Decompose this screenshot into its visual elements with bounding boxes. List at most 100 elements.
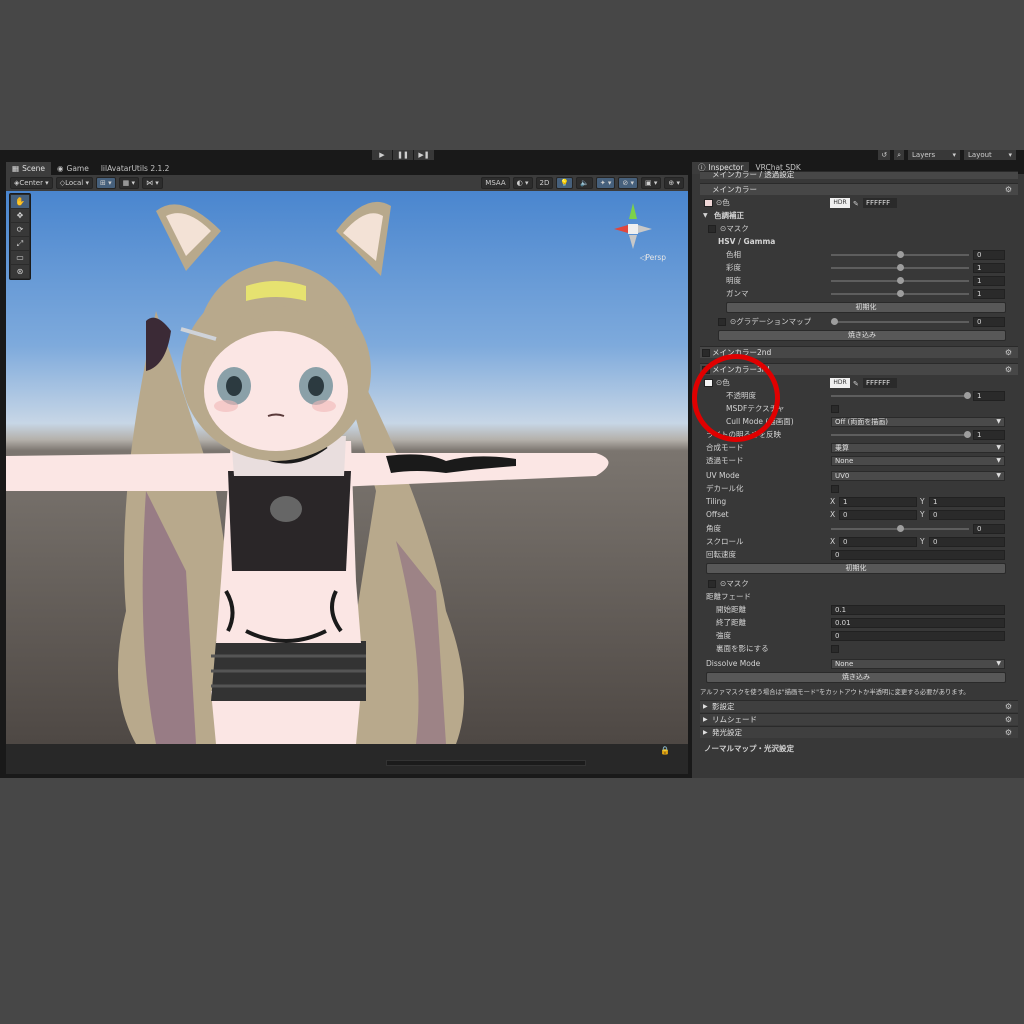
rotate-field[interactable]: 0 xyxy=(831,550,1005,560)
avatar-model[interactable] xyxy=(6,191,688,744)
hex-field[interactable]: FFFFFF xyxy=(863,378,897,388)
texture-thumbnail[interactable] xyxy=(704,199,713,207)
tab-scene[interactable]: ▦ Scene xyxy=(6,162,51,175)
2d-toggle[interactable]: 2D xyxy=(535,177,554,189)
offset-y-field[interactable]: 0 xyxy=(929,510,1005,520)
uv-mode-dropdown[interactable]: UV0 ▼ xyxy=(831,471,1005,481)
fade-start-field[interactable]: 0.1 xyxy=(831,605,1005,615)
slider-handle[interactable] xyxy=(897,277,904,284)
grid-icon[interactable]: ▦ ▾ xyxy=(118,177,139,189)
snap-icon[interactable]: ⊞ ▾ xyxy=(96,177,116,189)
slider-handle[interactable] xyxy=(831,318,838,325)
saturation-field[interactable]: 1 xyxy=(973,263,1005,273)
draw-mode-icon[interactable]: ◐ ▾ xyxy=(512,177,533,189)
light-field[interactable]: 1 xyxy=(973,430,1005,440)
increment-snap-icon[interactable]: ⋈ ▾ xyxy=(141,177,163,189)
hex-field[interactable]: FFFFFF xyxy=(863,198,897,208)
angle-slider[interactable] xyxy=(831,525,969,532)
gear-icon[interactable]: ⚙ xyxy=(1005,364,1012,376)
tiling-y-field[interactable]: 1 xyxy=(929,497,1005,507)
transform-tool-icon[interactable]: ⊛ xyxy=(11,265,29,278)
orientation-gizmo[interactable] xyxy=(608,199,658,259)
pivot-dropdown[interactable]: ◈Center ▾ xyxy=(10,177,53,189)
tiling-x-field[interactable]: 1 xyxy=(839,497,917,507)
bake-button[interactable]: 焼き込み xyxy=(718,330,1006,341)
section-shadow[interactable]: ▶ 影設定 ⚙ xyxy=(700,700,1018,712)
hue-slider[interactable] xyxy=(831,251,969,258)
normal-gloss-header[interactable]: ノーマルマップ・光沢設定 xyxy=(700,743,1018,755)
scroll-y-field[interactable]: 0 xyxy=(929,537,1005,547)
mask-thumbnail[interactable] xyxy=(708,225,716,233)
section-emission[interactable]: ▶ 発光設定 ⚙ xyxy=(700,726,1018,738)
blend-mode-dropdown[interactable]: 乗算 ▼ xyxy=(831,443,1005,453)
section-rim-shade[interactable]: ▶ リムシェード ⚙ xyxy=(700,713,1018,725)
tab-game[interactable]: ◉ Game xyxy=(51,162,95,175)
decal-checkbox[interactable] xyxy=(831,485,839,493)
scene-viewport[interactable]: ✋ ✥ ⟳ ⤢ ▭ ⊛ ◁Persp xyxy=(6,191,688,744)
dissolve-dropdown[interactable]: None ▼ xyxy=(831,659,1005,669)
msaa-button[interactable]: MSAA xyxy=(481,177,510,189)
space-dropdown[interactable]: ◇Local ▾ xyxy=(55,177,93,189)
search-icon[interactable]: ⌕ xyxy=(894,150,904,160)
opacity-field[interactable]: 1 xyxy=(973,391,1005,401)
light-slider[interactable] xyxy=(831,431,971,438)
enable-2nd-checkbox[interactable] xyxy=(702,349,710,357)
pause-button[interactable]: ❚❚ xyxy=(393,150,413,160)
reset-button[interactable]: 初期化 xyxy=(706,563,1006,574)
bake-button[interactable]: 焼き込み xyxy=(706,672,1006,683)
section-main-color-alpha[interactable]: メインカラー / 透過設定 xyxy=(700,171,1018,179)
slider-handle[interactable] xyxy=(897,264,904,271)
mask-thumbnail[interactable] xyxy=(708,580,716,588)
scroll-x-field[interactable]: 0 xyxy=(839,537,917,547)
saturation-slider[interactable] xyxy=(831,264,969,271)
tab-lilavatarutils[interactable]: lilAvatarUtils 2.1.2 xyxy=(95,162,176,175)
layers-dropdown[interactable]: Layers ▾ xyxy=(908,150,960,160)
gradation-slider[interactable] xyxy=(831,318,969,325)
history-icon[interactable]: ↺ xyxy=(878,150,891,160)
rect-tool-icon[interactable]: ▭ xyxy=(11,251,29,264)
eyedropper-icon[interactable]: ✎ xyxy=(853,378,859,390)
gear-icon[interactable]: ⚙ xyxy=(1005,727,1012,739)
rotate-tool-icon[interactable]: ⟳ xyxy=(11,223,29,236)
hand-tool-icon[interactable]: ✋ xyxy=(11,195,29,208)
projection-label[interactable]: ◁Persp xyxy=(640,253,666,262)
step-button[interactable]: ▶❚ xyxy=(414,150,434,160)
move-tool-icon[interactable]: ✥ xyxy=(11,209,29,222)
cull-mode-dropdown[interactable]: Off (両面を描画) ▼ xyxy=(831,417,1005,427)
lighting-icon[interactable]: 💡 xyxy=(556,177,574,189)
slider-handle[interactable] xyxy=(897,525,904,532)
slider-handle[interactable] xyxy=(897,251,904,258)
hue-field[interactable]: 0 xyxy=(973,250,1005,260)
audio-icon[interactable]: 🔈 xyxy=(576,177,593,189)
slider-handle[interactable] xyxy=(964,392,971,399)
gear-icon[interactable]: ⚙ xyxy=(1005,714,1012,726)
gradation-thumbnail[interactable] xyxy=(718,318,726,326)
gear-icon[interactable]: ⚙ xyxy=(1005,347,1012,359)
alpha-mode-dropdown[interactable]: None ▼ xyxy=(831,456,1005,466)
gamma-field[interactable]: 1 xyxy=(973,289,1005,299)
section-main-color[interactable]: メインカラー ⚙ xyxy=(700,183,1018,195)
layout-dropdown[interactable]: Layout ▾ xyxy=(964,150,1016,160)
eyedropper-icon[interactable]: ✎ xyxy=(853,198,859,210)
fade-strength-field[interactable]: 0 xyxy=(831,631,1005,641)
opacity-slider[interactable] xyxy=(831,392,971,399)
hdr-badge[interactable]: HDR xyxy=(830,198,850,208)
color-correction-row[interactable]: ▼ 色調補正 xyxy=(700,210,1018,222)
brightness-slider[interactable] xyxy=(831,277,969,284)
gear-icon[interactable]: ⚙ xyxy=(1005,701,1012,713)
fade-end-field[interactable]: 0.01 xyxy=(831,618,1005,628)
gradation-field[interactable]: 0 xyxy=(973,317,1005,327)
console-scrollbar[interactable] xyxy=(386,760,586,766)
reset-button[interactable]: 初期化 xyxy=(726,302,1006,313)
lock-icon[interactable]: 🔒 xyxy=(660,746,670,755)
offset-x-field[interactable]: 0 xyxy=(839,510,917,520)
play-button[interactable]: ▶ xyxy=(372,150,392,160)
brightness-field[interactable]: 1 xyxy=(973,276,1005,286)
scale-tool-icon[interactable]: ⤢ xyxy=(11,237,29,250)
gear-icon[interactable]: ⚙ xyxy=(1005,184,1012,196)
angle-field[interactable]: 0 xyxy=(973,524,1005,534)
msdf-checkbox[interactable] xyxy=(831,405,839,413)
slider-handle[interactable] xyxy=(897,290,904,297)
hdr-badge[interactable]: HDR xyxy=(830,378,850,388)
gamma-slider[interactable] xyxy=(831,290,969,297)
